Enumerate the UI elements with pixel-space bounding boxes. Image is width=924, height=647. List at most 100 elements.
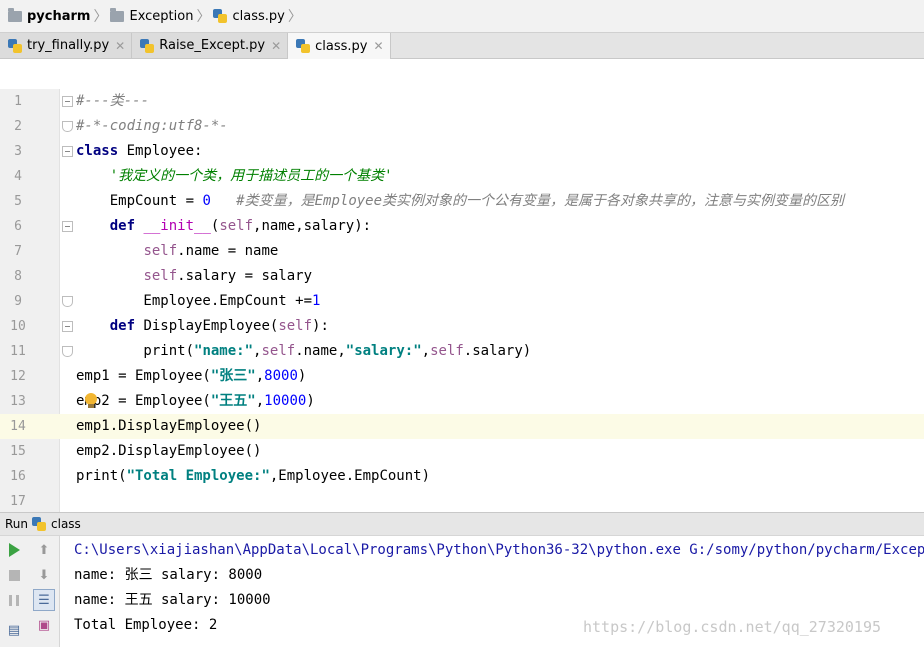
code-line[interactable]: 11 print("name:",self.name,"salary:",sel…: [0, 339, 924, 364]
code-line[interactable]: 4 '我定义的一个类，用于描述员工的一个基类': [0, 164, 924, 189]
stop-button[interactable]: [3, 564, 25, 586]
play-icon: [8, 543, 20, 557]
tab-label: class.py: [315, 38, 368, 54]
breadcrumb-folder-label: Exception: [129, 8, 194, 24]
python-file-icon: [296, 39, 311, 53]
watermark: https://blog.csdn.net/qq_27320195: [583, 618, 882, 636]
line-number: 4: [14, 169, 22, 184]
line-number: 12: [10, 369, 26, 384]
breadcrumb-item-project[interactable]: pycharm 〉: [8, 0, 110, 33]
line-number: 9: [14, 294, 22, 309]
fold-marker-icon[interactable]: [62, 146, 73, 157]
code-text: emp2.DisplayEmployee(): [76, 443, 262, 459]
code-text: def DisplayEmployee(self):: [109, 318, 329, 334]
fold-marker-icon[interactable]: [62, 221, 73, 232]
line-number: 16: [10, 469, 26, 484]
line-number: 3: [14, 144, 22, 159]
line-number: 14: [10, 419, 26, 434]
pause-button[interactable]: [3, 589, 25, 611]
arrow-up-icon: ⬆: [38, 542, 50, 558]
fold-marker-icon[interactable]: [62, 346, 73, 357]
run-toolwindow-header: Run class: [0, 512, 924, 536]
console-line: name: 张三 salary: 8000: [74, 567, 263, 583]
tab-try-finally[interactable]: try_finally.py ✕: [0, 33, 133, 58]
code-text: #---类---: [76, 93, 150, 109]
stop-icon: [8, 569, 20, 581]
rerun-button[interactable]: [3, 539, 25, 561]
breadcrumb-item-file[interactable]: class.py 〉: [213, 0, 304, 33]
python-file-icon: [32, 517, 47, 531]
run-label: Run: [5, 517, 29, 531]
fold-marker-icon[interactable]: [62, 121, 73, 132]
close-icon[interactable]: ✕: [374, 39, 384, 53]
code-text: print("Total Employee:",Employee.EmpCoun…: [76, 468, 431, 484]
scroll-up-button[interactable]: ⬆: [33, 539, 55, 561]
close-icon[interactable]: ✕: [271, 39, 281, 53]
layout-button[interactable]: ▤: [3, 619, 25, 641]
code-line[interactable]: 6 def __init__(self,name,salary):: [0, 214, 924, 239]
code-text: EmpCount = 0 #类变量，是Employee类实例对象的一个公有变量，…: [76, 193, 845, 209]
print-button[interactable]: ▣: [33, 614, 55, 636]
soft-wrap-button[interactable]: ☰: [33, 589, 55, 611]
console-line: C:\Users\xiajiashan\AppData\Local\Progra…: [74, 542, 924, 558]
print-icon: ▣: [37, 617, 51, 633]
code-line[interactable]: 7 self.name = name: [0, 239, 924, 264]
code-line[interactable]: 14 emp1.DisplayEmployee(): [0, 414, 924, 439]
editor-tabs: try_finally.py ✕ Raise_Except.py ✕ class…: [0, 33, 924, 59]
code-text: emp2 = Employee("王五",10000): [76, 393, 315, 409]
folder-icon: [110, 7, 125, 22]
code-text: #-*-coding:utf8-*-: [76, 118, 228, 134]
scroll-down-button[interactable]: ⬇: [33, 564, 55, 586]
fold-marker-icon[interactable]: [62, 321, 73, 332]
layout-icon: ▤: [7, 622, 21, 638]
code-line[interactable]: 1 #---类---: [0, 89, 924, 114]
code-text: emp1.DisplayEmployee(): [76, 418, 262, 434]
line-number: 13: [10, 394, 26, 409]
code-line[interactable]: 5 EmpCount = 0 #类变量，是Employee类实例对象的一个公有变…: [0, 189, 924, 214]
python-file-icon: [8, 38, 22, 53]
code-line[interactable]: 10 def DisplayEmployee(self):: [0, 314, 924, 339]
close-icon[interactable]: ✕: [115, 39, 125, 53]
code-text: self.salary = salary: [143, 268, 313, 284]
code-line[interactable]: 13 emp2 = Employee("王五",10000): [0, 389, 924, 414]
python-file-icon: [213, 9, 228, 23]
code-line[interactable]: 17: [0, 489, 924, 514]
code-text: def __init__(self,name,salary):: [109, 218, 372, 234]
code-text: print("name:",self.name,"salary:",self.s…: [76, 343, 532, 359]
code-line[interactable]: 12 emp1 = Employee("张三",8000): [0, 364, 924, 389]
folder-icon: [8, 7, 22, 22]
code-line[interactable]: 16 print("Total Employee:",Employee.EmpCo…: [0, 464, 924, 489]
tab-class[interactable]: class.py ✕: [288, 33, 391, 59]
code-line[interactable]: 2 #-*-coding:utf8-*-: [0, 114, 924, 139]
fold-marker-icon[interactable]: [62, 296, 73, 307]
line-number: 2: [14, 119, 22, 134]
code-text: class Employee:: [76, 143, 203, 159]
tab-label: try_finally.py: [27, 38, 110, 53]
soft-wrap-icon: ☰: [38, 592, 50, 608]
breadcrumb-item-folder[interactable]: Exception 〉: [110, 0, 213, 33]
line-number: 10: [10, 319, 26, 334]
fold-marker-icon[interactable]: [62, 96, 73, 107]
code-line[interactable]: 8 self.salary = salary: [0, 264, 924, 289]
code-text: self.name = name: [143, 243, 279, 259]
code-line[interactable]: 15 emp2.DisplayEmployee(): [0, 439, 924, 464]
line-number: 5: [14, 194, 22, 209]
tab-label: Raise_Except.py: [159, 38, 266, 53]
line-number: 11: [10, 344, 26, 359]
chevron-right-icon: 〉: [196, 9, 211, 25]
run-toolbar: ⬆ ⬇ ☰ ▤ ▣: [0, 536, 60, 647]
code-line[interactable]: 9 Employee.EmpCount +=1: [0, 289, 924, 314]
line-number: 7: [14, 244, 22, 259]
breadcrumb: pycharm 〉 Exception 〉 class.py 〉: [0, 0, 924, 33]
intention-bulb-icon[interactable]: [84, 393, 98, 409]
tab-raise-except[interactable]: Raise_Except.py ✕: [132, 33, 289, 58]
run-config-name[interactable]: class: [51, 517, 81, 531]
code-text: '我定义的一个类，用于描述员工的一个基类': [76, 168, 393, 184]
arrow-down-icon: ⬇: [38, 567, 50, 583]
breadcrumb-file-label: class.py: [232, 8, 285, 24]
line-number: 6: [14, 219, 22, 234]
line-number: 15: [10, 444, 26, 459]
code-line[interactable]: 3 class Employee:: [0, 139, 924, 164]
code-editor[interactable]: 1 #---类--- 2 #-*-coding:utf8-*- 3 class Emplo…: [0, 59, 924, 512]
pause-icon: [9, 594, 19, 606]
